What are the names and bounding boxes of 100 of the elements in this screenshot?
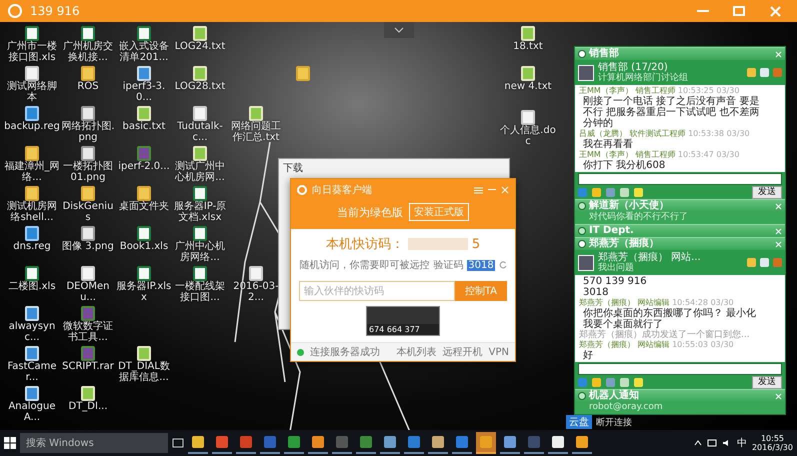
app-icon [264,436,276,448]
window-icon[interactable] [620,378,629,387]
folder-icon[interactable] [296,66,310,81]
notepad-icon[interactable] [137,106,151,121]
archive-icon[interactable] [137,146,151,161]
minimize-icon[interactable] [488,189,496,191]
chevron-down-icon [394,27,404,33]
archive-icon[interactable] [81,306,95,321]
registry-file-icon[interactable] [25,226,39,241]
clock[interactable]: 10:55 2016/3/30 [752,434,793,452]
cloud-drive-tag[interactable]: 云盘 [566,415,592,429]
emoji-icon[interactable] [592,188,601,197]
folder-icon[interactable] [25,186,39,201]
notepad-icon[interactable] [193,26,207,41]
window-icon[interactable] [620,188,629,197]
footer-link[interactable]: 远程开机 [442,345,483,359]
message-header: 郑燕芳（捆痕） 网站编辑 10:54:28 03/30 [579,298,735,308]
group-header[interactable]: 机器人通知 [575,389,785,402]
spreadsheet-file-icon[interactable] [137,26,151,41]
image-file-icon[interactable] [81,226,95,241]
program-icon[interactable] [137,66,151,81]
access-code-digit: 5 [472,236,480,252]
document-icon[interactable] [249,266,263,281]
collapse-toggle-icon[interactable] [578,227,586,235]
message-header: 王MM（李声） 销售工程师 10:53:47 03/30 [579,150,740,160]
message-text: 我要个桌面就行了 [583,319,663,330]
windows-start-icon[interactable] [4,437,16,449]
partner-code-field[interactable]: 输入伙伴的快访码 [299,281,455,301]
close-icon[interactable] [775,50,782,58]
send-button[interactable]: 发送 [752,186,782,199]
group-header[interactable]: 郑燕芳（捆痕） [575,237,785,250]
close-icon[interactable] [775,392,782,400]
toolbar-toggle-tab[interactable] [384,22,414,38]
spreadsheet-file-icon[interactable] [81,26,95,41]
folder-icon[interactable] [81,186,95,201]
group-subtitle: 对代码你看的不行不行了 [575,212,785,224]
notepad-icon[interactable] [193,146,207,161]
lightning-icon[interactable] [634,378,643,387]
collapse-toggle-icon[interactable] [578,240,586,248]
task-view-icon[interactable] [172,438,184,448]
archive-icon[interactable] [81,346,95,361]
icon-label: 一楼拓扑图01.png [62,161,114,183]
collapse-toggle-icon[interactable] [578,50,586,58]
close-icon[interactable] [501,186,509,194]
collapse-toggle-icon[interactable] [578,202,586,210]
notepad-icon[interactable] [521,26,535,41]
install-button[interactable]: 安装正式版 [409,203,469,221]
picture-icon[interactable] [760,68,769,77]
control-button[interactable]: 控制TA [454,281,507,301]
notepad-icon[interactable] [521,66,535,81]
group-header[interactable]: 解道新（小天使） [575,199,785,212]
message-input[interactable] [578,363,782,375]
folder-icon[interactable] [747,258,756,267]
footer-link[interactable]: VPN [488,346,509,358]
logo-icon [297,185,307,195]
close-icon[interactable] [775,240,782,248]
spreadsheet-file-icon[interactable] [25,266,39,281]
notepad-icon[interactable] [249,106,263,121]
app-icon [312,436,324,448]
document-icon[interactable] [25,66,39,81]
collapse-toggle-icon[interactable] [578,392,586,400]
image-file-icon[interactable] [81,146,95,161]
spreadsheet-file-icon[interactable] [25,26,39,41]
folder-icon[interactable] [747,68,756,77]
document-icon[interactable] [521,110,535,125]
lightning-icon[interactable] [634,188,643,197]
program-icon[interactable] [25,386,39,401]
folder-icon[interactable] [81,66,95,81]
document-icon[interactable] [81,266,95,281]
spreadsheet-file-icon[interactable] [193,186,207,201]
search-field[interactable]: 搜索 Windows [20,433,168,453]
network-icon[interactable] [706,439,717,447]
notepad-icon[interactable] [137,346,151,361]
footer-link[interactable]: 本机列表 [396,345,437,359]
picture-icon[interactable] [760,258,769,267]
chevron-up-icon[interactable] [694,440,702,446]
notepad-icon[interactable] [193,66,207,81]
spreadsheet-file-icon[interactable] [193,266,207,281]
menu-icon[interactable] [474,186,483,194]
message-input[interactable] [578,173,782,185]
program-icon[interactable] [25,306,39,321]
refresh-icon[interactable] [498,261,507,269]
close-icon[interactable] [775,228,782,234]
folder-icon[interactable] [137,186,151,201]
document-icon[interactable] [193,106,207,121]
folder-icon[interactable] [25,146,39,161]
emoji-icon[interactable] [592,378,601,387]
group-header[interactable]: IT Dept. [575,224,785,237]
registry-file-icon[interactable] [25,106,39,121]
program-icon[interactable] [25,346,39,361]
close-icon[interactable] [775,202,782,210]
spreadsheet-file-icon[interactable] [137,226,151,241]
send-button[interactable]: 发送 [752,376,782,389]
group-header[interactable]: 销售部 [575,47,785,60]
input-method-indicator[interactable]: 中 [736,436,747,450]
spreadsheet-file-icon[interactable] [137,266,151,281]
disconnect-link[interactable]: 断开连接 [596,416,632,428]
image-file-icon[interactable] [81,106,95,121]
notepad-icon[interactable] [81,386,95,401]
spreadsheet-file-icon[interactable] [193,226,207,241]
